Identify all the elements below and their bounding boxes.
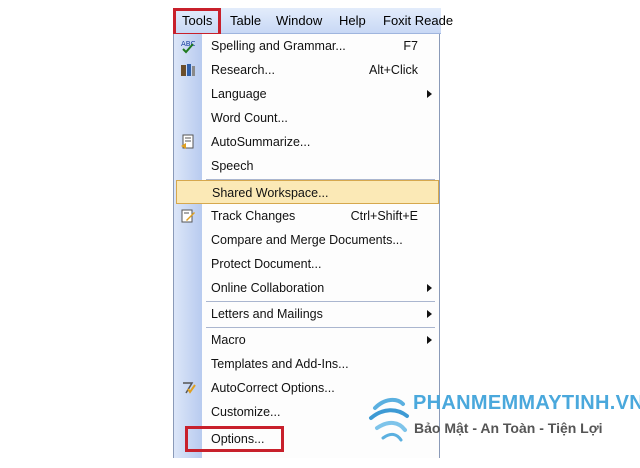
menu-item-protect-document[interactable]: Protect Document...: [174, 252, 440, 276]
spelling-check-icon: ABC: [180, 38, 196, 54]
tools-highlight-box: [173, 8, 221, 36]
menu-item-track-changes[interactable]: Track Changes Ctrl+Shift+E: [174, 204, 440, 228]
menu-item-spelling-grammar[interactable]: ABC Spelling and Grammar... F7: [174, 34, 440, 58]
menu-window[interactable]: Window: [276, 8, 322, 34]
submenu-arrow-icon: [427, 90, 432, 98]
menu-item-templates-addins[interactable]: Templates and Add-Ins...: [174, 352, 440, 376]
menu-item-speech[interactable]: Speech: [174, 154, 440, 178]
research-books-icon: [180, 62, 196, 78]
menu-item-autosummarize[interactable]: AutoSummarize...: [174, 130, 440, 154]
menu-table[interactable]: Table: [230, 8, 261, 34]
menu-item-language[interactable]: Language: [174, 82, 440, 106]
menu-item-online-collaboration[interactable]: Online Collaboration: [174, 276, 440, 300]
menu-item-research[interactable]: Research... Alt+Click: [174, 58, 440, 82]
menu-item-letters-mailings[interactable]: Letters and Mailings: [174, 302, 440, 326]
menu-item-shared-workspace[interactable]: Shared Workspace...: [176, 180, 439, 204]
options-highlight-box: [185, 426, 284, 452]
menu-help[interactable]: Help: [339, 8, 366, 34]
menu-foxit-reader[interactable]: Foxit Reade: [383, 8, 453, 34]
menu-item-compare-merge[interactable]: Compare and Merge Documents...: [174, 228, 440, 252]
menu-item-word-count[interactable]: Word Count...: [174, 106, 440, 130]
menu-item-macro[interactable]: Macro: [174, 328, 440, 352]
svg-text:ABC: ABC: [181, 40, 195, 48]
track-changes-icon: [180, 208, 196, 224]
autocorrect-icon: [180, 380, 196, 396]
watermark-subtitle: Bảo Mật - An Toàn - Tiện Lợi: [414, 420, 603, 436]
autosummarize-icon: [180, 134, 196, 150]
submenu-arrow-icon: [427, 336, 432, 344]
submenu-arrow-icon: [427, 284, 432, 292]
submenu-arrow-icon: [427, 310, 432, 318]
watermark-title: PHANMEMMAYTINH.VN: [413, 392, 640, 414]
